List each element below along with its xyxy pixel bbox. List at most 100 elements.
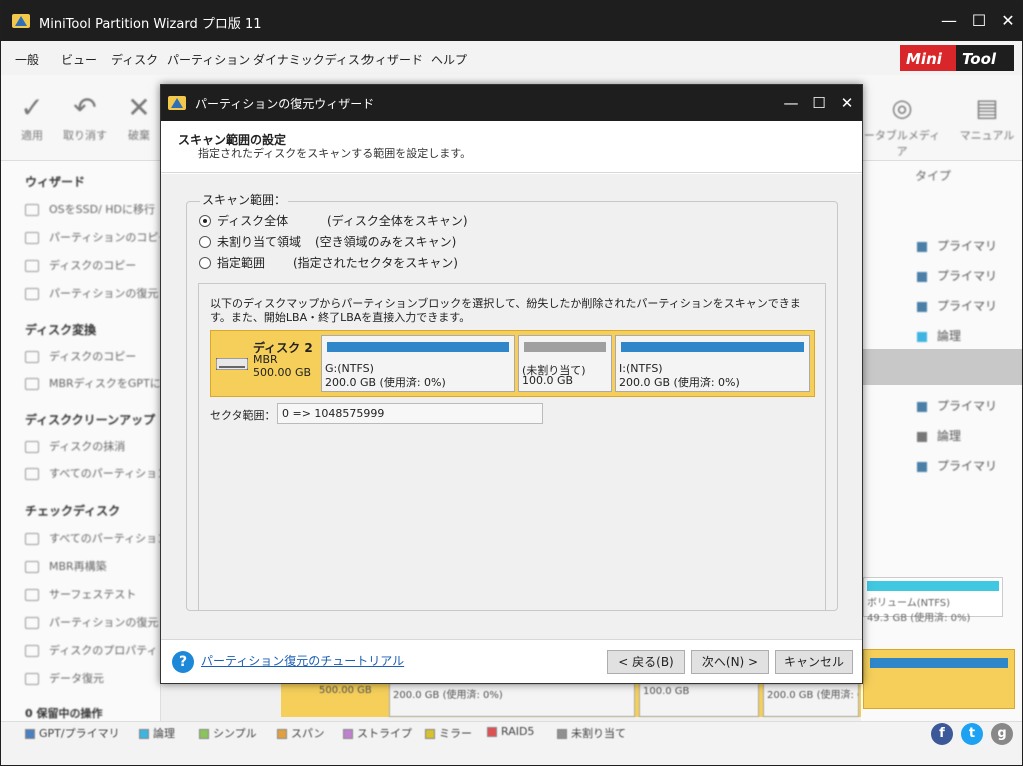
partition-info: 200.0 GB (使用済: 0%) <box>619 376 740 389</box>
action-wipe-disk[interactable]: ディスクの抹消 <box>25 438 125 454</box>
partition-info: 200.0 GB (使用済: 0%) <box>325 376 446 389</box>
col-header-type[interactable]: タイプ <box>915 167 951 184</box>
section-wizard: ウィザード <box>25 175 86 189</box>
dialog-maximize-button[interactable]: ☐ <box>805 89 833 117</box>
action-mbr-to-gpt[interactable]: MBRディスクをGPTに <box>25 375 161 391</box>
scan-range-label: スキャン範囲： <box>200 191 289 208</box>
wizard-icon <box>168 96 186 110</box>
radio-button[interactable] <box>199 257 211 269</box>
legend-stripe: ストライプ <box>343 725 412 741</box>
discard-button[interactable]: ✕ 破棄 <box>119 93 159 143</box>
dialog-title: パーティションの復元ウィザード <box>195 97 375 111</box>
surface-test-icon <box>25 589 39 601</box>
radio-button[interactable] <box>199 236 211 248</box>
action-delete-all-partitions[interactable]: すべてのパーティション <box>25 465 168 481</box>
next-button[interactable]: 次へ(N) > <box>691 650 769 674</box>
dialog-minimize-button[interactable]: — <box>777 89 805 117</box>
partition-block-unallocated[interactable]: (未割り当て) 100.0 GB <box>518 335 612 392</box>
menu-partition[interactable]: パーティション <box>167 51 250 68</box>
sector-range-label: セクタ範囲： <box>210 409 276 422</box>
minimize-button[interactable]: — <box>935 7 963 35</box>
type-row[interactable]: 論理 <box>917 327 961 344</box>
recovery-icon <box>25 617 39 629</box>
menu-general[interactable]: 一般 <box>15 51 39 68</box>
menu-wizard[interactable]: ウィザード <box>363 51 423 68</box>
cancel-button[interactable]: キャンセル <box>775 650 853 674</box>
maximize-button[interactable]: ☐ <box>965 7 993 35</box>
type-icon <box>917 241 927 252</box>
type-icon <box>917 431 927 442</box>
action-partition-recovery[interactable]: パーティションの復元 <box>25 285 158 301</box>
app-title: MiniTool Partition Wizard プロ版 11 <box>39 17 262 32</box>
partition-usage-bar <box>621 342 804 352</box>
action-surface-test[interactable]: サーフェステスト <box>25 586 136 602</box>
type-row[interactable]: プライマリ <box>917 237 997 254</box>
legend-gpt-primary: GPT/プライマリ <box>25 725 120 741</box>
sector-range-field[interactable]: 0 => 1048575999 <box>277 403 543 424</box>
type-row[interactable]: 論理 <box>917 427 961 444</box>
disk-type: MBR <box>253 353 278 366</box>
bottom-partition[interactable]: 200.0 GB (使用済: 0%) <box>763 683 859 717</box>
partition-block-g[interactable]: G:(NTFS) 200.0 GB (使用済: 0%) <box>321 335 515 392</box>
action-partition-recovery-2[interactable]: パーティションの復元 <box>25 614 158 630</box>
type-icon <box>917 271 927 282</box>
trash-icon <box>25 468 39 480</box>
menu-disk[interactable]: ディスク <box>111 51 158 68</box>
properties-icon <box>25 645 39 657</box>
option-entire-disk[interactable]: ディスク全体 (ディスク全体をスキャン) <box>199 212 468 229</box>
disk-label[interactable]: ディスク 2 MBR 500.00 GB <box>213 333 321 393</box>
help-icon[interactable]: ? <box>172 651 194 673</box>
dialog-close-button[interactable]: ✕ <box>833 89 861 117</box>
volume-block[interactable]: ボリューム(NTFS) 49.3 GB (使用済: 0%) <box>863 577 1003 624</box>
partition-info: 100.0 GB <box>522 374 574 387</box>
option-specified-range[interactable]: 指定範囲 (指定されたセクタをスキャン) <box>199 254 458 271</box>
copy-disk-icon <box>25 351 39 363</box>
bottom-disk-highlight <box>863 649 1015 709</box>
tutorial-link[interactable]: パーティション復元のチュートリアル <box>201 652 404 669</box>
type-row[interactable]: プライマリ <box>917 267 997 284</box>
copy-disk-icon <box>25 260 39 272</box>
twitter-icon[interactable]: t <box>961 723 983 745</box>
action-disk-properties[interactable]: ディスクのプロパティ <box>25 642 158 658</box>
selected-row-highlight <box>861 349 1022 385</box>
close-button[interactable]: ✕ <box>994 7 1022 35</box>
bottom-partition[interactable]: 100.0 GB <box>639 683 759 717</box>
partition-recovery-dialog: パーティションの復元ウィザード — ☐ ✕ スキャン範囲の設定 指定されたディス… <box>160 84 863 684</box>
action-rebuild-mbr[interactable]: MBR再構築 <box>25 558 107 574</box>
type-icon <box>917 301 927 312</box>
bootable-media-button[interactable]: ◎ ータブルメディア <box>863 93 941 159</box>
menu-dynamic-disk[interactable]: ダイナミックディスク <box>253 51 372 68</box>
facebook-icon[interactable]: f <box>931 723 953 745</box>
bottom-partition[interactable]: 200.0 GB (使用済: 0%) <box>389 683 635 717</box>
option-unallocated-space[interactable]: 未割り当て領域 (空き領域のみをスキャン) <box>199 233 456 250</box>
legend-logical: 論理 <box>139 725 175 741</box>
back-button[interactable]: < 戻る(B) <box>607 650 685 674</box>
mbr-icon <box>25 561 39 573</box>
action-copy-disk[interactable]: ディスクのコピー <box>25 257 136 273</box>
type-row[interactable]: プライマリ <box>917 457 997 474</box>
svg-text:Mini: Mini <box>906 50 943 68</box>
radio-button[interactable] <box>199 215 211 227</box>
action-data-recovery[interactable]: データ復元 <box>25 670 104 686</box>
manual-button[interactable]: ▤ マニュアル <box>957 93 1017 143</box>
type-row[interactable]: プライマリ <box>917 397 997 414</box>
action-migrate-os[interactable]: OSをSSD/ HDに移行 <box>25 201 155 217</box>
type-row[interactable]: プライマリ <box>917 297 997 314</box>
action-copy-disk-2[interactable]: ディスクのコピー <box>25 348 136 364</box>
google-plus-icon[interactable]: g <box>991 723 1013 745</box>
disk-map-instructions: 以下のディスクマップからパーティションブロックを選択して、紛失したか削除されたパ… <box>210 297 801 324</box>
migrate-icon <box>25 204 39 216</box>
action-all-partitions[interactable]: すべてのパーティション <box>25 530 168 546</box>
action-copy-partition[interactable]: パーティションのコピー <box>25 229 169 245</box>
undo-button[interactable]: ↶ 取り消す <box>57 93 113 143</box>
dialog-titlebar: パーティションの復元ウィザード — ☐ ✕ <box>161 85 862 121</box>
eraser-icon <box>25 441 39 453</box>
menu-view[interactable]: ビュー <box>61 51 97 68</box>
section-disk-cleanup: ディスククリーンアップ <box>25 413 156 427</box>
partition-block-i[interactable]: I:(NTFS) 200.0 GB (使用済: 0%) <box>615 335 810 392</box>
menu-help[interactable]: ヘルプ <box>431 51 467 68</box>
partition-usage-bar <box>327 342 509 352</box>
legend-span: スパン <box>277 725 325 741</box>
apply-button[interactable]: ✓ 適用 <box>15 93 49 143</box>
disk-size: 500.00 GB <box>253 366 312 379</box>
